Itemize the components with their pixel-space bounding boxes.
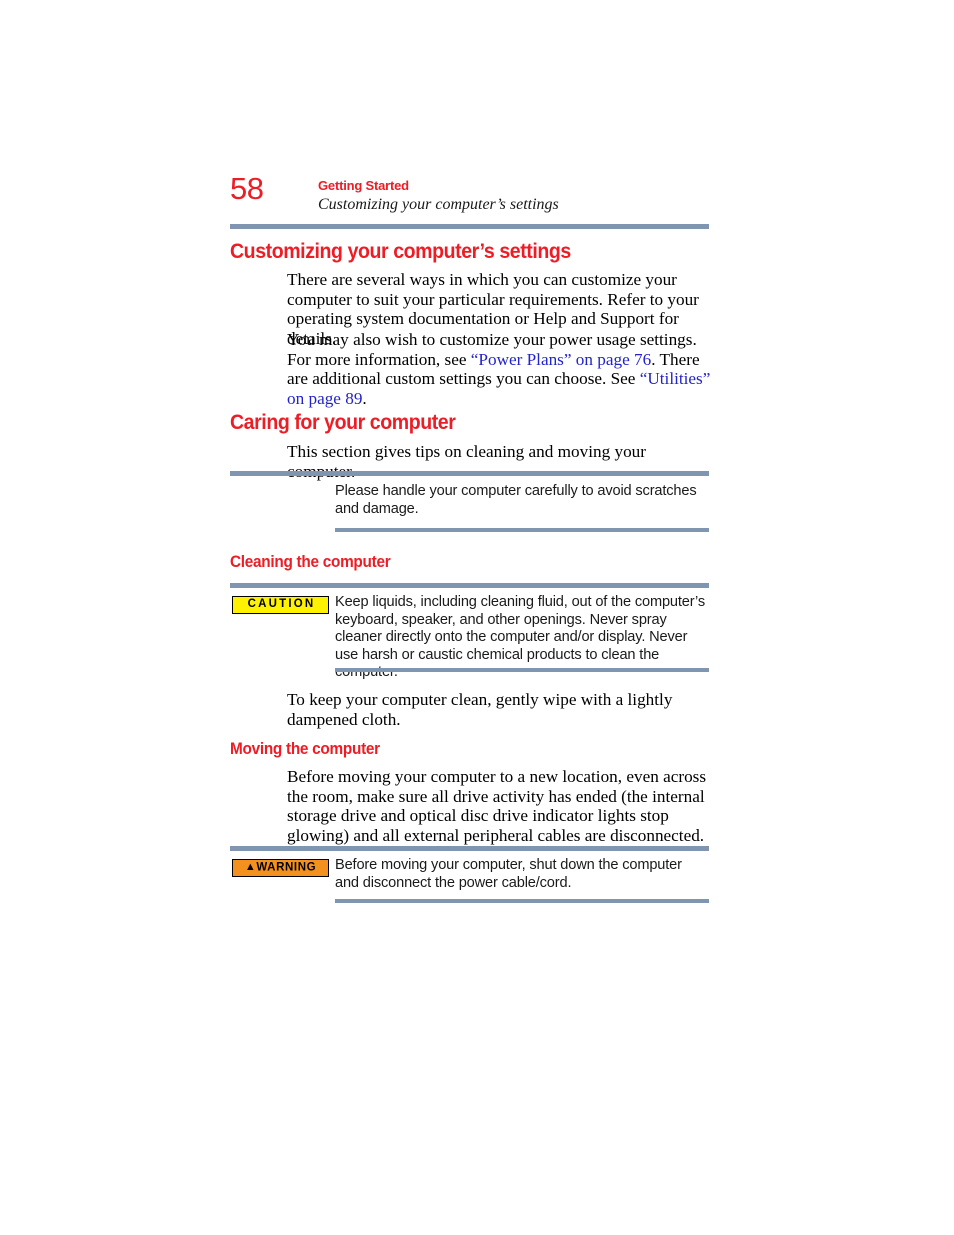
header-section-title: Customizing your computer’s settings (318, 196, 559, 213)
page-header: 58 Getting Started Customizing your comp… (230, 172, 710, 224)
note-bottom-rule (335, 528, 709, 532)
heading-caring-for-computer: Caring for your computer (230, 411, 456, 434)
document-page: 58 Getting Started Customizing your comp… (0, 0, 954, 1235)
note-top-rule (230, 471, 709, 476)
warning-bottom-rule (335, 899, 709, 903)
caution-bottom-rule (335, 668, 709, 672)
heading-customizing-settings: Customizing your computer’s settings (230, 240, 571, 263)
paragraph-cleaning-1: To keep your computer clean, gently wipe… (287, 690, 673, 729)
note-text: Please handle your computer carefully to… (335, 483, 697, 517)
header-chapter-title: Getting Started (318, 178, 409, 193)
caution-block: CAUTION Keep liquids, including cleaning… (230, 594, 709, 680)
paragraph-customizing-2-text-c: . (362, 388, 367, 408)
warning-block: ▲WARNING Before moving your computer, sh… (230, 857, 709, 891)
warning-top-rule (230, 846, 709, 851)
warning-badge: ▲WARNING (232, 859, 329, 877)
warning-badge-label: WARNING (256, 861, 317, 874)
header-divider-rule (230, 224, 709, 229)
caution-top-rule (230, 583, 709, 588)
note-row: Please handle your computer carefully to… (230, 483, 709, 517)
link-power-plans[interactable]: “Power Plans” on page 76 (471, 350, 651, 369)
caution-row: CAUTION Keep liquids, including cleaning… (230, 594, 709, 680)
warning-row: ▲WARNING Before moving your computer, sh… (230, 857, 709, 891)
warning-text: Before moving your computer, shut down t… (335, 857, 682, 891)
header-text-block: Getting Started Customizing your compute… (318, 178, 559, 215)
paragraph-customizing-2: You may also wish to customize your powe… (287, 330, 711, 408)
caution-badge: CAUTION (232, 596, 329, 614)
note-block: Please handle your computer carefully to… (230, 483, 709, 517)
heading-cleaning-the-computer: Cleaning the computer (230, 553, 391, 571)
heading-moving-the-computer: Moving the computer (230, 740, 380, 758)
warning-triangle-icon: ▲ (244, 861, 257, 873)
page-number: 58 (230, 171, 264, 206)
paragraph-moving-1: Before moving your computer to a new loc… (287, 767, 707, 845)
